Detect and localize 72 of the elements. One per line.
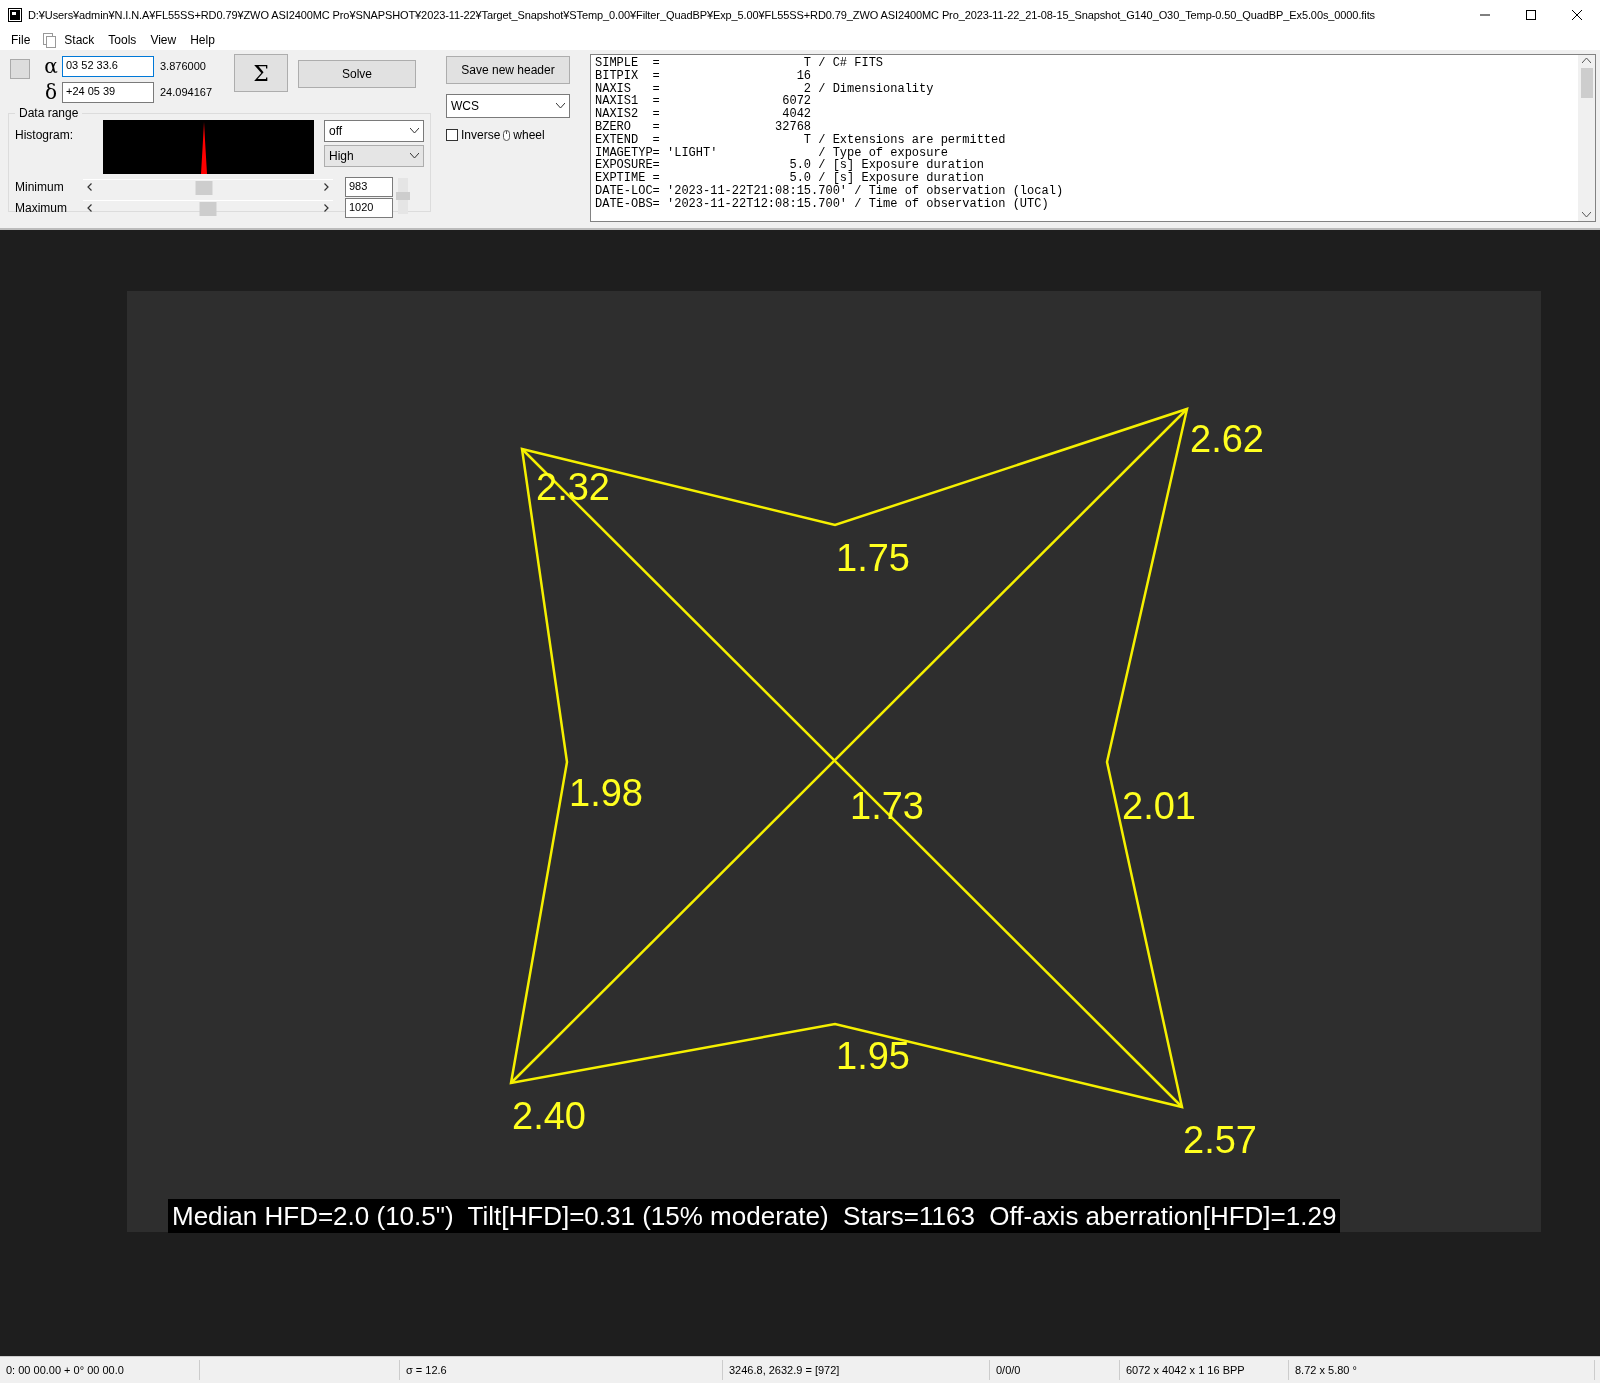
header-line: SIMPLE = T / C# FITS bbox=[595, 57, 885, 70]
hfd-value: 1.75 bbox=[836, 539, 910, 577]
menu-item[interactable]: Stack bbox=[57, 33, 102, 47]
menu-item[interactable]: File bbox=[4, 33, 38, 47]
checkbox-label: wheel bbox=[513, 128, 545, 142]
dec-label: δ bbox=[43, 80, 58, 104]
scroll-thumb[interactable] bbox=[1580, 68, 1593, 98]
header-line: EXPOSURE= 5.0 / [s] Exposure duration bbox=[595, 159, 985, 173]
status-text: 3246.8, 2632.9 = [972] bbox=[723, 1360, 990, 1380]
slider-thumb[interactable] bbox=[199, 201, 217, 216]
header-line: EXTEND = T / Extensions are permitted bbox=[595, 133, 1007, 147]
slider-label: Maximum bbox=[15, 200, 68, 215]
header-line: NAXIS2 = 4042 bbox=[595, 108, 813, 121]
header-line: NAXIS1 = 6072 bbox=[595, 95, 813, 109]
scrollbar[interactable] bbox=[1578, 55, 1595, 221]
checkbox-label: Inverse bbox=[461, 128, 501, 142]
group-title: Data range bbox=[18, 106, 80, 120]
app-icon bbox=[8, 8, 22, 22]
stretch-dropdown[interactable]: off bbox=[324, 120, 424, 142]
hfd-value: 2.57 bbox=[1183, 1121, 1257, 1159]
save-header-button[interactable]: Save new header bbox=[446, 56, 570, 84]
projection-dropdown[interactable]: WCS bbox=[446, 94, 570, 118]
mouse-icon bbox=[503, 129, 511, 141]
dec-decimal: 24.094167 bbox=[159, 86, 213, 98]
checkbox[interactable] bbox=[446, 129, 458, 141]
status-text: 0/0/0 bbox=[990, 1360, 1120, 1380]
menu-item[interactable]: Tools bbox=[101, 33, 144, 47]
status-text: 8.72 x 5.80 ° bbox=[1289, 1360, 1595, 1380]
ra-label: α bbox=[43, 54, 59, 78]
hfd-value: 2.01 bbox=[1122, 787, 1196, 825]
header-line: EXPTIME = 5.0 / [s] Exposure duration bbox=[595, 172, 984, 185]
chevron-down-icon[interactable] bbox=[556, 103, 565, 109]
status-text: 6072 x 4042 x 1 16 BPP bbox=[1120, 1360, 1289, 1380]
scroll-up-icon[interactable] bbox=[1582, 58, 1591, 64]
slider-track[interactable] bbox=[83, 178, 333, 195]
slider-thumb[interactable] bbox=[396, 192, 410, 200]
ra-input-field[interactable]: 03 52 33.6 bbox=[62, 55, 154, 77]
chevron-down-icon[interactable] bbox=[410, 153, 419, 159]
status-text: σ = 12.6 bbox=[400, 1360, 723, 1380]
chevron-left-icon[interactable] bbox=[87, 204, 92, 212]
window-title: D:¥Users¥admin¥N.I.N.A¥FL55SS+RD0.79¥ZWO ASI2400MC Pro¥SNAPSHOT¥2023-11-22¥Target_Snapshot¥STemp_0.00¥Filter_QuadBP¥Exp_5.00¥FL55SS+RD0.79_ZWO ASI2400MC Pro_2023-11-22_21-08-15_Snapshot_G140_O30_Temp-0.50_QuadBP_Ex5.00s_0000.fits bbox=[28, 9, 1376, 21]
header-line: DATE-OBS= '2023-11-22T12:08:15.700' / Time of observation (UTC) bbox=[595, 197, 1049, 211]
hfd-value: 2.62 bbox=[1190, 420, 1264, 458]
value-field[interactable]: 1020 bbox=[345, 197, 393, 218]
slider-thumb[interactable] bbox=[195, 180, 213, 195]
header-line: BZERO = 32768 bbox=[595, 121, 813, 134]
quality-dropdown[interactable]: High bbox=[324, 145, 424, 167]
header-line: BITPIX = 16 bbox=[595, 69, 813, 83]
slider-label: Minimum bbox=[15, 179, 65, 194]
hfd-value: 1.98 bbox=[569, 774, 643, 812]
menu-item[interactable]: View bbox=[143, 33, 184, 47]
scroll-down-icon[interactable] bbox=[1582, 212, 1591, 218]
vertical-slider[interactable] bbox=[398, 178, 408, 214]
chevron-down-icon[interactable] bbox=[410, 128, 419, 134]
value-field[interactable]: 983 bbox=[345, 176, 393, 197]
header-line: DATE-LOC= '2023-11-22T21:08:15.700' / Time of observation (local) bbox=[595, 184, 1065, 198]
solve-button[interactable]: Solve bbox=[298, 60, 416, 88]
hfd-value: 1.95 bbox=[836, 1037, 910, 1075]
analysis-caption: Median HFD=2.0 (10.5") Tilt[HFD]=0.31 (15% moderate) Stars=1163 Off-axis aberration[HFD]=1.29 bbox=[168, 1199, 1341, 1233]
chevron-right-icon[interactable] bbox=[324, 204, 329, 212]
chevron-right-icon[interactable] bbox=[324, 183, 329, 191]
header-line: NAXIS = 2 / Dimensionality bbox=[595, 82, 935, 96]
ra-decimal: 3.876000 bbox=[159, 60, 207, 72]
dec-input-field[interactable]: +24 05 39 bbox=[62, 81, 154, 103]
chevron-left-icon[interactable] bbox=[87, 183, 92, 191]
hfd-value: 2.40 bbox=[512, 1097, 586, 1135]
status-text: 0: 00 00.00 + 0° 00 00.0 bbox=[0, 1360, 200, 1380]
slider-track[interactable] bbox=[83, 199, 333, 216]
sum-button[interactable]: Σ bbox=[234, 54, 288, 92]
header-line: IMAGETYP= 'LIGHT' / Type of exposure bbox=[595, 146, 948, 160]
menu-item[interactable]: Help bbox=[183, 33, 222, 47]
histogram-label: Histogram: bbox=[15, 127, 74, 142]
